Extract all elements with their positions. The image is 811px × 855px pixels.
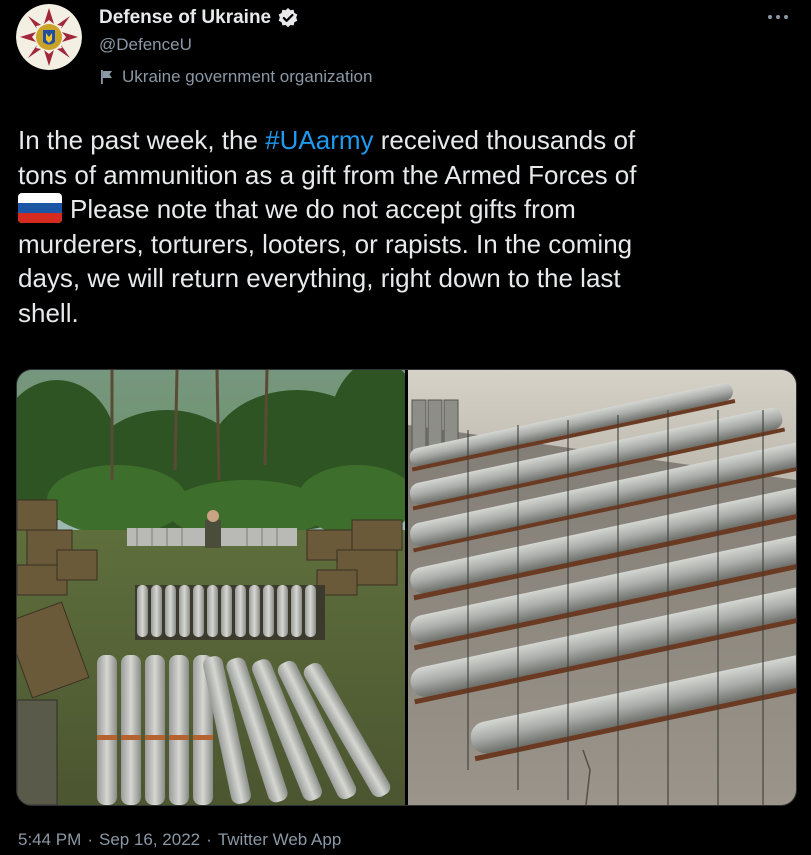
tweet-line: shell.	[18, 297, 79, 328]
flag-icon	[99, 69, 115, 85]
tweet-text: In the past week, the #UAarmy received t…	[18, 123, 794, 330]
tweet-line: murderers, torturers, looters, or rapist…	[18, 228, 633, 259]
tweet-metadata: 5:44 PM · Sep 16, 2022 · Twitter Web App	[18, 829, 341, 851]
ministry-of-defence-emblem-icon	[16, 4, 82, 70]
tweet-line: tons of ammunition as a gift from the Ar…	[18, 159, 637, 190]
tweet-line: days, we will return everything, right d…	[18, 263, 621, 293]
tweet-time[interactable]: 5:44 PM	[18, 829, 81, 851]
shells-on-concrete-floor-photo[interactable]	[408, 370, 796, 805]
tweet-media-grid	[16, 369, 797, 806]
hashtag-link[interactable]: #UAarmy	[265, 125, 373, 155]
verified-badge-icon	[277, 7, 299, 29]
tweet-text-segment: received thousands of	[373, 125, 636, 155]
tweet-line: In the past week, the #UAarmy received t…	[18, 123, 794, 158]
tweet-date[interactable]: Sep 16, 2022	[99, 829, 200, 851]
separator: ·	[206, 830, 212, 849]
tweet-text-segment: In the past week, the	[18, 125, 266, 155]
tweet-line: Please note that we do not accept gifts …	[18, 192, 794, 227]
author-display-name[interactable]: Defense of Ukraine	[99, 6, 271, 30]
tweet-source[interactable]: Twitter Web App	[218, 829, 341, 851]
author-avatar[interactable]	[16, 4, 82, 70]
russia-flag-emoji	[18, 193, 62, 223]
more-options-button[interactable]	[763, 6, 793, 28]
ammunition-in-forest-photo[interactable]	[17, 370, 405, 805]
government-organization-label: Ukraine government organization	[99, 66, 372, 88]
separator: ·	[87, 830, 93, 849]
author-handle[interactable]: @DefenceU	[99, 34, 192, 56]
author-name-row[interactable]: Defense of Ukraine	[99, 6, 299, 30]
tweet-text-segment: Please note that we do not accept gifts …	[70, 194, 576, 224]
more-horizontal-icon	[768, 15, 788, 19]
government-organization-text: Ukraine government organization	[122, 67, 373, 86]
